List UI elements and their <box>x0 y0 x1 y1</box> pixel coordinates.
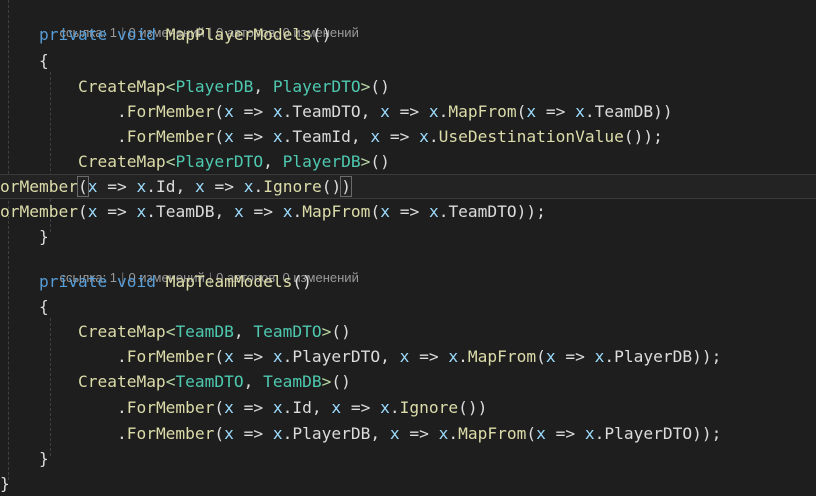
code-line[interactable]: private void MapPlayerModels() <box>0 22 816 47</box>
code-line[interactable]: CreateMap<PlayerDTO, PlayerDB>() <box>0 149 816 174</box>
code-line[interactable]: CreateMap<TeamDB, TeamDTO>() <box>0 319 816 344</box>
bracket-match-close: ) <box>340 176 352 197</box>
bracket-match-open: ( <box>76 176 89 197</box>
code-line[interactable]: } <box>0 471 816 496</box>
code-line[interactable]: .ForMember(x => x.Id, x => x.Ignore()) <box>0 395 816 420</box>
code-line[interactable]: } <box>0 446 816 471</box>
code-line[interactable]: CreateMap<TeamDTO, TeamDB>() <box>0 369 816 394</box>
code-line[interactable]: .ForMember(x => x.PlayerDB, x => x.MapFr… <box>0 421 816 446</box>
code-line[interactable]: } <box>0 224 816 249</box>
code-line-current[interactable]: orMember(x => x.Id, x => x.Ignore()) <box>0 174 816 199</box>
code-line[interactable]: private void MapTeamModels() <box>0 269 816 294</box>
code-line[interactable]: CreateMap<PlayerDB, PlayerDTO>() <box>0 74 816 99</box>
code-line[interactable]: { <box>0 48 816 73</box>
code-line[interactable]: .ForMember(x => x.TeamDTO, x => x.MapFro… <box>0 99 816 124</box>
code-line[interactable]: .ForMember(x => x.PlayerDTO, x => x.MapF… <box>0 344 816 369</box>
code-line[interactable]: orMember(x => x.TeamDB, x => x.MapFrom(x… <box>0 199 816 224</box>
codelens-map-team-models: ссылка: 1 | 0 изменений | 0 авторов, 0 измен… <box>45 251 358 285</box>
code-line[interactable]: { <box>0 294 816 319</box>
code-line[interactable]: .ForMember(x => x.TeamId, x => x.UseDest… <box>0 124 816 149</box>
code-editor[interactable]: ссылка: 1 | 0 изменений | 0 авторов, 0 измен… <box>0 0 816 496</box>
